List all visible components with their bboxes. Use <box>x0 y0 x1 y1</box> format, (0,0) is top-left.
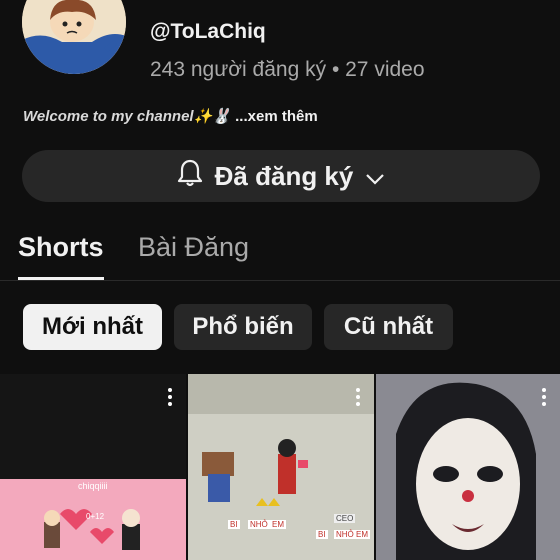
channel-handle: @ToLaChiq <box>150 20 266 43</box>
subscribed-button[interactable]: Đã đăng ký <box>22 150 540 202</box>
short-thumbnail-2[interactable]: BI NHỎ EM CEO BI NHỎ EM <box>188 374 374 560</box>
tab-shorts[interactable]: Shorts <box>18 232 104 263</box>
short-thumbnail-1[interactable]: chiqqiiii 0+12 <box>0 374 186 560</box>
description-text: Welcome to my channel✨🐰 <box>23 108 231 125</box>
channel-avatar[interactable] <box>22 0 126 74</box>
filter-oldest-chip[interactable]: Cũ nhất <box>324 304 453 350</box>
filter-latest-chip[interactable]: Mới nhất <box>23 304 162 350</box>
more-link[interactable]: ...xem thêm <box>235 108 318 125</box>
short-2-badge-3: EM <box>270 520 286 529</box>
channel-tabs: Shorts Bài Đăng <box>0 228 560 281</box>
active-tab-indicator <box>18 277 104 280</box>
more-vert-icon[interactable] <box>168 388 172 409</box>
chevron-down-icon <box>365 161 385 192</box>
short-thumbnail-3[interactable] <box>376 374 560 560</box>
short-1-badge: 0+12 <box>86 512 105 521</box>
short-3-image <box>376 374 560 560</box>
short-2-badge-5: BI <box>316 530 328 539</box>
short-2-badge-4: CEO <box>334 514 356 523</box>
tab-posts[interactable]: Bài Đăng <box>138 232 249 263</box>
filter-popular-chip[interactable]: Phổ biến <box>174 304 312 350</box>
channel-stats: 243 người đăng ký • 27 video <box>150 58 425 81</box>
bell-icon <box>177 159 203 194</box>
short-2-badge-7: EM <box>354 530 370 539</box>
more-vert-icon[interactable] <box>356 388 360 409</box>
short-2-badge-1: BI <box>228 520 240 529</box>
short-2-badge-2: NHỎ <box>248 520 270 529</box>
short-1-image <box>0 374 186 560</box>
short-2-badge-6: NHỎ <box>334 530 356 539</box>
short-1-caption: chiqqiiii <box>78 481 108 491</box>
avatar-illustration <box>22 0 126 74</box>
more-vert-icon[interactable] <box>542 388 546 409</box>
subscribed-label: Đã đăng ký <box>214 160 354 191</box>
channel-description[interactable]: Welcome to my channel✨🐰 ...xem thêm <box>23 107 318 125</box>
